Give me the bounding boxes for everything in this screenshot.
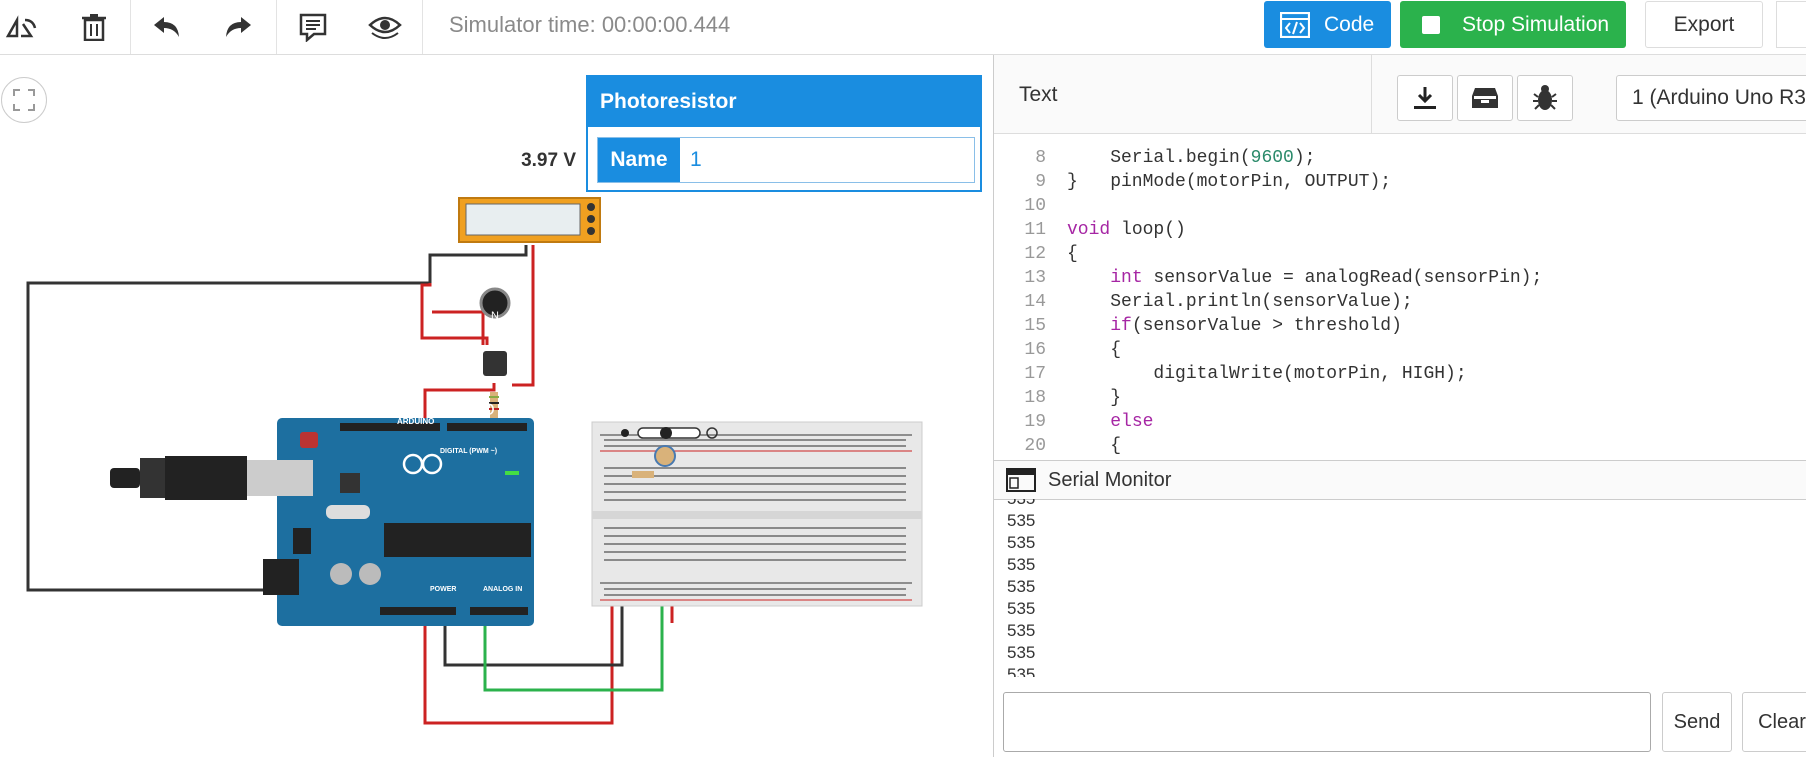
download-icon bbox=[1414, 87, 1436, 109]
multimeter-reading: 3.97 V bbox=[521, 150, 576, 171]
name-field-row: Name bbox=[597, 137, 975, 183]
toolbar-divider bbox=[422, 0, 423, 54]
line-text: } bbox=[1067, 172, 1078, 192]
toolbar-divider bbox=[276, 0, 277, 54]
toolbar-divider bbox=[130, 0, 131, 54]
bug-icon bbox=[1533, 85, 1557, 110]
code-editor[interactable]: pinMode(motorPin, OUTPUT); 8 Serial.begi… bbox=[994, 134, 1806, 459]
device-selector[interactable]: 1 (Arduino Uno R3) bbox=[1616, 75, 1806, 121]
code-line: 18 } bbox=[994, 386, 1806, 410]
code-line: 10 bbox=[994, 194, 1806, 218]
rotate-icon[interactable] bbox=[2, 7, 42, 47]
component-inspector: Photoresistor Name bbox=[586, 75, 982, 192]
code-line: 19 else bbox=[994, 410, 1806, 434]
send-button[interactable]: Send bbox=[1662, 692, 1732, 752]
analog-pins-label: ANALOG IN bbox=[483, 586, 523, 593]
code-line: 16 { bbox=[994, 338, 1806, 362]
line-text: { bbox=[1067, 244, 1078, 264]
delete-icon[interactable] bbox=[74, 7, 114, 47]
code-button[interactable]: Code bbox=[1264, 1, 1391, 48]
line-number: 18 bbox=[1024, 388, 1046, 408]
line-number: 17 bbox=[1024, 364, 1046, 384]
line-number: 14 bbox=[1024, 292, 1046, 312]
code-line-partial: pinMode(motorPin, OUTPUT); bbox=[1067, 172, 1392, 192]
serial-monitor-header: Serial Monitor bbox=[994, 460, 1806, 500]
stop-simulation-button[interactable]: Stop Simulation bbox=[1400, 1, 1626, 48]
serial-line: 535 bbox=[1007, 621, 1036, 640]
stop-icon bbox=[1422, 15, 1440, 34]
code-line: 15 if(sensorValue > threshold) bbox=[994, 314, 1806, 338]
serial-monitor-output[interactable]: 535 535535535535535535535535 bbox=[994, 499, 1806, 677]
serial-line-partial: 535 bbox=[1007, 499, 1035, 510]
undo-icon[interactable] bbox=[147, 7, 187, 47]
serial-line: 535 bbox=[1007, 577, 1036, 596]
line-text: { bbox=[1067, 436, 1122, 456]
visibility-icon[interactable] bbox=[365, 7, 405, 47]
stop-simulation-label: Stop Simulation bbox=[1462, 12, 1610, 36]
serial-input[interactable] bbox=[1003, 692, 1651, 752]
redo-icon[interactable] bbox=[218, 7, 258, 47]
code-icon bbox=[1280, 11, 1310, 38]
line-number: 8 bbox=[1035, 148, 1046, 168]
line-number: 10 bbox=[1024, 196, 1046, 216]
code-line: 11 void loop() bbox=[994, 218, 1806, 242]
serial-line: 535 bbox=[1007, 599, 1036, 618]
library-icon bbox=[1472, 88, 1498, 108]
line-number: 19 bbox=[1024, 412, 1046, 432]
code-mode-selector[interactable]: Text bbox=[1019, 83, 1058, 107]
serial-line: 535 bbox=[1007, 665, 1036, 677]
line-text: Serial.begin(9600); bbox=[1067, 148, 1316, 168]
code-line: 20 { bbox=[994, 434, 1806, 458]
serial-line: 535 bbox=[1007, 555, 1036, 574]
code-line: 9} bbox=[994, 170, 1806, 194]
line-number: 20 bbox=[1024, 436, 1046, 456]
export-button[interactable]: Export bbox=[1645, 1, 1763, 48]
inspector-title: Photoresistor bbox=[588, 77, 980, 127]
libraries-button[interactable] bbox=[1457, 75, 1513, 121]
serial-line: 535 bbox=[1007, 533, 1036, 552]
line-text: void loop() bbox=[1067, 220, 1186, 240]
serial-monitor-title: Serial Monitor bbox=[1048, 468, 1172, 491]
code-panel-header: Text 1 (Arduino Uno R3) bbox=[994, 55, 1806, 134]
code-line: 12 { bbox=[994, 242, 1806, 266]
power-pins-label: POWER bbox=[430, 586, 457, 593]
line-number: 15 bbox=[1024, 316, 1046, 336]
debugger-button[interactable] bbox=[1517, 75, 1573, 121]
line-number: 12 bbox=[1024, 244, 1046, 264]
code-line: 8 Serial.begin(9600); bbox=[994, 146, 1806, 170]
simulator-time: Simulator time: 00:00:00.444 bbox=[449, 12, 731, 37]
header-divider bbox=[1371, 55, 1372, 133]
code-line: 14 Serial.println(sensorValue); bbox=[994, 290, 1806, 314]
digital-pins-label: DIGITAL (PWM ~) bbox=[440, 448, 498, 455]
board-brand: ARDUINO bbox=[397, 417, 435, 426]
serial-line: 535 bbox=[1007, 511, 1036, 530]
line-text: Serial.println(sensorValue); bbox=[1067, 292, 1413, 312]
line-text: int sensorValue = analogRead(sensorPin); bbox=[1110, 268, 1543, 288]
line-number: 11 bbox=[1024, 220, 1046, 240]
line-number: 16 bbox=[1024, 340, 1046, 360]
transistor-label: N bbox=[491, 310, 499, 322]
toolbar: Simulator time: 00:00:00.444 Code Stop S… bbox=[0, 0, 1806, 55]
serial-line: 535 bbox=[1007, 643, 1036, 662]
line-text: else bbox=[1110, 412, 1154, 432]
line-number: 9 bbox=[1035, 172, 1046, 192]
line-number: 13 bbox=[1024, 268, 1046, 288]
line-text: if(sensorValue > threshold) bbox=[1110, 316, 1402, 336]
serial-monitor-icon bbox=[1006, 468, 1036, 492]
code-button-label: Code bbox=[1324, 12, 1375, 36]
board-logo: UNO bbox=[457, 400, 495, 419]
clear-button[interactable]: Clear bbox=[1742, 692, 1806, 752]
name-field-label: Name bbox=[598, 138, 680, 182]
code-line: 13 int sensorValue = analogRead(sensorPi… bbox=[994, 266, 1806, 290]
line-text: { bbox=[1067, 340, 1122, 360]
code-panel: Text 1 (Arduino Uno R3) pinMode(motorPin… bbox=[993, 55, 1806, 757]
code-line: 17 digitalWrite(motorPin, HIGH); bbox=[994, 362, 1806, 386]
download-code-button[interactable] bbox=[1397, 75, 1453, 121]
share-button[interactable] bbox=[1776, 1, 1806, 48]
name-field[interactable] bbox=[680, 138, 974, 182]
notes-icon[interactable] bbox=[293, 7, 333, 47]
line-text: } bbox=[1067, 388, 1122, 408]
line-text: digitalWrite(motorPin, HIGH); bbox=[1067, 364, 1467, 384]
code-line-partial: 21 digitalWrite(motorPin, LOW); bbox=[994, 458, 1806, 459]
